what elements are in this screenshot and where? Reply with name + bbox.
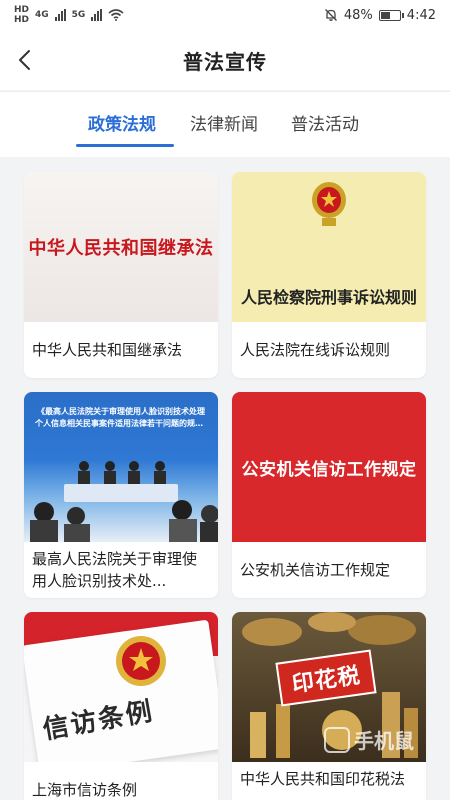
status-right: 48% 4:42 [324,8,436,23]
watermark-logo-icon [324,726,350,753]
article-card[interactable]: 印花税 手机鼠 中华人民共和国印花税法 [232,612,426,800]
watermark-text: 手机鼠 [354,729,414,753]
page-title: 普法宣传 [183,49,267,74]
article-card[interactable]: 信访条例 上海市信访条例 [24,612,218,800]
tab-bar: 政策法规 法律新闻 普法活动 [0,91,450,157]
article-title: 最高人民法院关于审理使用人脸识别技术处... [24,542,218,598]
signal-icon-2 [91,9,103,21]
wifi-icon [108,9,124,21]
article-thumbnail: 《最高人民法院关于审理使用人脸识别技术处理个人信息相关民事案件适用法律若干问题的… [24,392,218,542]
article-card[interactable]: 《最高人民法院关于审理使用人脸识别技术处理个人信息相关民事案件适用法律若干问题的… [24,392,218,598]
thumbnail-text: 公安机关信访工作规定 [241,459,417,480]
article-thumbnail: 中华人民共和国继承法 [24,172,218,322]
app-header: 普法宣传 [0,30,450,90]
status-bar: HD HD 4G 5G 48% 4:42 [0,0,450,30]
article-thumbnail: 公安机关信访工作规定 [232,392,426,542]
article-thumbnail: 人民检察院刑事诉讼规则 [232,172,426,322]
article-title: 中华人民共和国印花税法 [232,762,426,800]
back-button[interactable] [8,44,40,76]
network-label-4g: 4G [35,9,49,20]
thumbnail-text: 中华人民共和国继承法 [28,238,214,259]
national-emblem-icon [312,182,346,226]
battery-icon [378,9,404,21]
watermark: 手机鼠 [324,725,414,754]
tab-policy-regulations[interactable]: 政策法规 [88,110,156,135]
thumbnail-text: 人民检察院刑事诉讼规则 [240,288,417,307]
article-card[interactable]: 人民检察院刑事诉讼规则 人民法院在线诉讼规则 [232,172,426,378]
article-title: 公安机关信访工作规定 [240,561,391,579]
hd-tag-1: HD [14,4,30,15]
thumbnail-text: 《最高人民法院关于审理使用人脸识别技术处理个人信息相关民事案件适用法律若干问题的… [35,407,207,428]
speakers-image [78,461,166,484]
active-tab-indicator [76,144,174,147]
tab-law-activities[interactable]: 普法活动 [291,110,359,135]
thumbnail-text: 印花税 [290,662,363,698]
signal-icon [54,9,66,21]
national-emblem-icon [116,636,166,686]
article-title-text: 最高人民法院关于审理使用人脸识别技术处... [32,550,198,590]
article-title: 中华人民共和国继承法 [32,341,183,359]
article-card[interactable]: 公安机关信访工作规定 公安机关信访工作规定 [232,392,426,598]
audience-image [30,500,218,542]
article-title: 上海市信访条例 [32,781,138,799]
article-title: 人民法院在线诉讼规则 [240,341,391,359]
article-grid: 中华人民共和国继承法 中华人民共和国继承法 人民检察院刑事诉讼规则 人民法院在线… [24,172,428,800]
status-left: HD HD 4G 5G [14,4,124,25]
battery-fill [380,11,390,19]
battery-percent: 48% [343,7,373,23]
clock: 4:42 [406,7,436,23]
hd-tags: HD HD [14,4,30,25]
chevron-left-icon [19,50,30,70]
article-card[interactable]: 中华人民共和国继承法 中华人民共和国继承法 [24,172,218,378]
red-banner: 公安机关信访工作规定 [232,392,426,542]
hd-tag-2: HD [14,14,30,25]
tab-legal-news[interactable]: 法律新闻 [190,110,258,135]
article-thumbnail: 信访条例 [24,612,218,762]
network-label-5g: 5G [71,9,86,20]
article-thumbnail: 印花税 手机鼠 [232,612,426,762]
silent-bell-icon [324,9,337,21]
article-title-text: 中华人民共和国印花税法 [240,770,406,788]
